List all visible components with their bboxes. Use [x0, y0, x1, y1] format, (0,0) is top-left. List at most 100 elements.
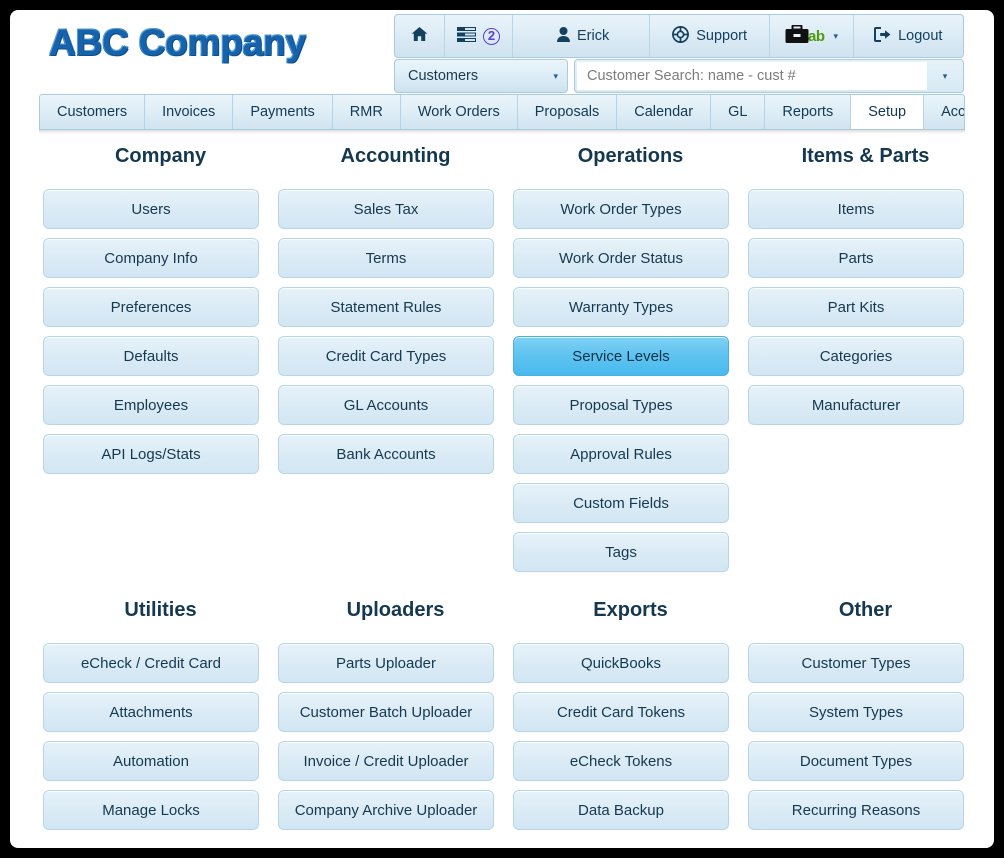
- column-heading: Accounting: [340, 145, 451, 167]
- column-heading: Items & Parts: [801, 145, 930, 167]
- setup-column: Items & Parts Items Parts Part Kits Categori…: [748, 145, 983, 581]
- setup-button-sales-tax[interactable]: Sales Tax: [278, 189, 494, 229]
- setup-button-recurring-reasons[interactable]: Recurring Reasons: [748, 790, 964, 830]
- setup-grid-top: Company Users Company Info Preferences Defau…: [10, 145, 994, 581]
- logout-label: Logout: [898, 28, 943, 44]
- setup-button-manage-locks[interactable]: Manage Locks: [43, 790, 259, 830]
- setup-button-categories[interactable]: Categories: [748, 336, 964, 376]
- column-heading: Uploaders: [346, 599, 445, 621]
- briefcase-icon: [785, 24, 810, 48]
- search-dropdown-button[interactable]: ▾: [927, 62, 961, 90]
- setup-button-echeck-credit-card[interactable]: eCheck / Credit Card: [43, 643, 259, 683]
- setup-button-customer-batch-uploader[interactable]: Customer Batch Uploader: [278, 692, 494, 732]
- setup-button-defaults[interactable]: Defaults: [43, 336, 259, 376]
- logout-icon: [874, 26, 891, 46]
- setup-button-employees[interactable]: Employees: [43, 385, 259, 425]
- setup-column: Operations Work Order Types Work Order Sta…: [513, 145, 748, 581]
- chevron-down-icon: ▾: [942, 70, 948, 81]
- user-name-label: Erick: [577, 28, 610, 44]
- setup-button-statement-rules[interactable]: Statement Rules: [278, 287, 494, 327]
- chevron-down-icon[interactable]: ▾: [834, 31, 839, 42]
- user-menu[interactable]: Erick: [513, 15, 651, 57]
- setup-button-customer-types[interactable]: Customer Types: [748, 643, 964, 683]
- window-frame: ABC Company 2 Erick Support ab ▾ Logout …: [0, 0, 1004, 858]
- setup-button-users[interactable]: Users: [43, 189, 259, 229]
- setup-button-credit-card-tokens[interactable]: Credit Card Tokens: [513, 692, 729, 732]
- search-row: Customers ▾ ▾: [394, 59, 964, 93]
- setup-column: Accounting Sales Tax Terms Statement Rules C…: [278, 145, 513, 581]
- setup-button-tags[interactable]: Tags: [513, 532, 729, 572]
- setup-button-company-archive-uploader[interactable]: Company Archive Uploader: [278, 790, 494, 830]
- lifebuoy-icon: [672, 25, 690, 47]
- setup-button-document-types[interactable]: Document Types: [748, 741, 964, 781]
- tasks-button[interactable]: 2: [445, 15, 513, 57]
- support-button[interactable]: Support: [650, 15, 771, 57]
- setup-button-attachments[interactable]: Attachments: [43, 692, 259, 732]
- setup-button-custom-fields[interactable]: Custom Fields: [513, 483, 729, 523]
- setup-button-parts[interactable]: Parts: [748, 238, 964, 278]
- tab-gl[interactable]: GL: [711, 95, 766, 129]
- setup-column: Exports QuickBooks Credit Card Tokens eChec…: [513, 599, 748, 839]
- setup-button-terms[interactable]: Terms: [278, 238, 494, 278]
- column-heading: Company: [114, 145, 207, 167]
- column-heading: Operations: [577, 145, 684, 167]
- home-button[interactable]: [395, 15, 445, 57]
- tab-work-orders[interactable]: Work Orders: [401, 95, 518, 129]
- setup-button-company-info[interactable]: Company Info: [43, 238, 259, 278]
- setup-button-credit-card-types[interactable]: Credit Card Types: [278, 336, 494, 376]
- tab-rmr[interactable]: RMR: [333, 95, 401, 129]
- tab-payments[interactable]: Payments: [233, 95, 333, 129]
- tab-customers[interactable]: Customers: [40, 95, 146, 129]
- setup-button-work-order-status[interactable]: Work Order Status: [513, 238, 729, 278]
- company-switcher[interactable]: ab ▾: [770, 15, 855, 57]
- setup-button-parts-uploader[interactable]: Parts Uploader: [278, 643, 494, 683]
- search-input[interactable]: [577, 62, 927, 90]
- setup-button-manufacturer[interactable]: Manufacturer: [748, 385, 964, 425]
- setup-button-gl-accounts[interactable]: GL Accounts: [278, 385, 494, 425]
- tab-reports[interactable]: Reports: [765, 95, 852, 129]
- company-code-label: ab: [808, 27, 825, 45]
- task-list-icon: [457, 26, 476, 46]
- chevron-down-icon: ▾: [553, 70, 558, 81]
- setup-button-data-backup[interactable]: Data Backup: [513, 790, 729, 830]
- setup-grid-bottom: Utilities eCheck / Credit Card Attachments…: [10, 599, 994, 839]
- setup-button-bank-accounts[interactable]: Bank Accounts: [278, 434, 494, 474]
- setup-button-service-levels[interactable]: Service Levels: [513, 336, 729, 376]
- setup-button-invoice-credit-uploader[interactable]: Invoice / Credit Uploader: [278, 741, 494, 781]
- main-navigation-tabs: Customers Invoices Payments RMR Work Orders P…: [39, 94, 965, 130]
- tab-setup[interactable]: Setup: [851, 95, 925, 129]
- setup-content: Company Users Company Info Preferences Defau…: [10, 134, 994, 839]
- home-icon: [411, 26, 428, 46]
- company-logo: ABC Company: [49, 22, 306, 63]
- tab-invoices[interactable]: Invoices: [145, 95, 234, 129]
- tab-proposals[interactable]: Proposals: [518, 95, 618, 129]
- logout-button[interactable]: Logout: [854, 15, 966, 57]
- setup-button-proposal-types[interactable]: Proposal Types: [513, 385, 729, 425]
- page-header: ABC Company 2 Erick Support ab ▾ Logout …: [10, 10, 994, 94]
- search-field-wrapper: ▾: [574, 59, 964, 93]
- setup-button-approval-rules[interactable]: Approval Rules: [513, 434, 729, 474]
- tab-accounting[interactable]: Accounting ▾: [924, 95, 964, 129]
- setup-button-quickbooks[interactable]: QuickBooks: [513, 643, 729, 683]
- setup-button-items[interactable]: Items: [748, 189, 964, 229]
- setup-column: Other Customer Types System Types Document …: [748, 599, 983, 839]
- search-scope-select[interactable]: Customers ▾: [394, 59, 568, 93]
- setup-column: Utilities eCheck / Credit Card Attachments…: [43, 599, 278, 839]
- tasks-count-badge: 2: [483, 27, 500, 45]
- column-heading: Other: [838, 599, 893, 621]
- search-scope-value: Customers: [408, 68, 479, 84]
- setup-column: Company Users Company Info Preferences Defau…: [43, 145, 278, 581]
- setup-button-api-logs-stats[interactable]: API Logs/Stats: [43, 434, 259, 474]
- app-page: ABC Company 2 Erick Support ab ▾ Logout …: [10, 10, 994, 848]
- setup-button-work-order-types[interactable]: Work Order Types: [513, 189, 729, 229]
- setup-button-echeck-tokens[interactable]: eCheck Tokens: [513, 741, 729, 781]
- column-heading: Exports: [593, 599, 668, 621]
- setup-button-part-kits[interactable]: Part Kits: [748, 287, 964, 327]
- tab-calendar[interactable]: Calendar: [617, 95, 712, 129]
- setup-button-automation[interactable]: Automation: [43, 741, 259, 781]
- column-heading: Utilities: [124, 599, 197, 621]
- setup-button-warranty-types[interactable]: Warranty Types: [513, 287, 729, 327]
- support-label: Support: [696, 28, 748, 44]
- setup-button-preferences[interactable]: Preferences: [43, 287, 259, 327]
- setup-button-system-types[interactable]: System Types: [748, 692, 964, 732]
